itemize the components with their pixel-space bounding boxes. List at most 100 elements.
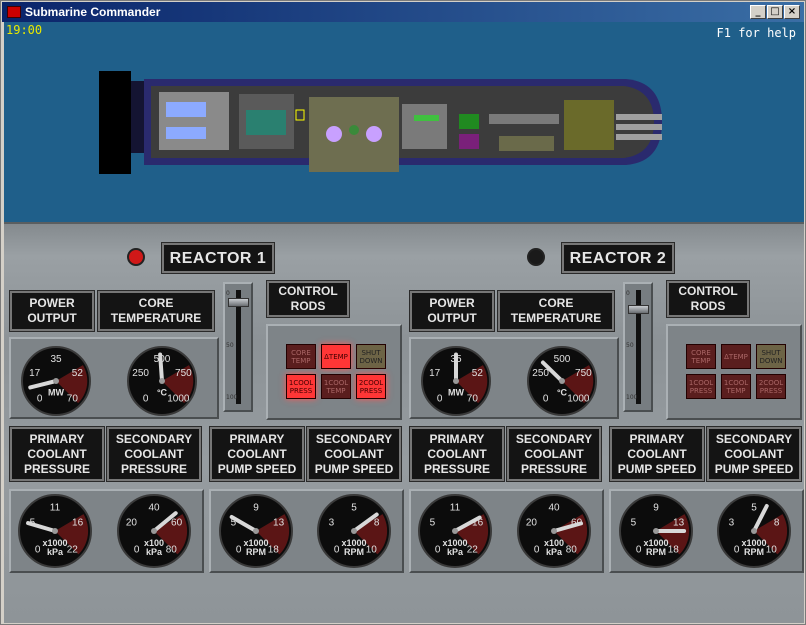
submarine-cutaway[interactable] bbox=[4, 22, 804, 222]
alarm-button[interactable]: CORE TEMP bbox=[686, 344, 716, 369]
primary-pressure-gauge-tick-label: 22 bbox=[467, 544, 479, 555]
game-viewport[interactable]: 19:00 F1 for help REACTOR 1 POWER OUTPUT CO… bbox=[4, 22, 804, 623]
primary-pressure-gauge-tick-label: 11 bbox=[450, 503, 461, 514]
primary-pressure-gauge: 05111622x1000kPa bbox=[18, 494, 92, 568]
core-temperature-gauge-tick-label: 750 bbox=[175, 368, 192, 379]
torpedo-room[interactable] bbox=[564, 100, 614, 150]
propeller bbox=[99, 71, 131, 174]
minimize-button[interactable]: _ bbox=[750, 5, 766, 19]
rod-scale-label: 50 bbox=[226, 342, 234, 349]
slider-handle[interactable] bbox=[228, 298, 249, 308]
secondary-pump-gauge-tick-label: 8 bbox=[774, 518, 780, 529]
alarm-button[interactable]: 2COOL PRESS bbox=[356, 374, 386, 399]
title-bar[interactable]: Submarine Commander _ □ × bbox=[2, 2, 804, 22]
secondary-pump-label: SECONDARY COOLANT PUMP SPEED bbox=[307, 427, 401, 481]
secondary-pressure-gauge-hub bbox=[151, 528, 157, 534]
alarm-button[interactable]: CORE TEMP bbox=[286, 344, 316, 369]
alarm-button[interactable]: SHUT DOWN bbox=[756, 344, 786, 369]
power-output-gauge-tick-label: 0 bbox=[37, 393, 43, 404]
secondary-pump-gauge-tick-label: 5 bbox=[351, 503, 357, 514]
primary-pump-gauge-unit: RPM bbox=[246, 547, 266, 557]
secondary-pressure-gauge: 020406080x100kPa bbox=[517, 494, 591, 568]
reactor-panel: REACTOR 1 POWER OUTPUT CORE TEMPERATURE CONTR… bbox=[4, 222, 804, 623]
rod-scale-label: 0 bbox=[626, 290, 630, 297]
control-rods-label: CONTROL RODS bbox=[667, 281, 749, 317]
slider-handle[interactable] bbox=[628, 304, 649, 314]
secondary-pump-label: SECONDARY COOLANT PUMP SPEED bbox=[707, 427, 801, 481]
app-icon bbox=[7, 6, 21, 18]
power-output-gauge-tick-label: 52 bbox=[72, 368, 84, 379]
alarm-button[interactable]: ΔTEMP bbox=[321, 344, 351, 369]
engine-room[interactable] bbox=[159, 92, 229, 150]
power-output-label: POWER OUTPUT bbox=[410, 291, 494, 331]
secondary-pump-gauge-tick-label: 0 bbox=[334, 544, 340, 555]
primary-pump-label: PRIMARY COOLANT PUMP SPEED bbox=[610, 427, 704, 481]
control-room[interactable] bbox=[402, 104, 447, 149]
alarm-button[interactable]: 1COOL PRESS bbox=[286, 374, 316, 399]
secondary-pump-gauge-hub bbox=[751, 528, 757, 534]
control-rods-slider[interactable]: 0 50 100 bbox=[223, 282, 253, 412]
torpedo-tube-1[interactable] bbox=[616, 114, 662, 120]
primary-pump-gauge-tick-label: 0 bbox=[236, 544, 242, 555]
secondary-pressure-label: SECONDARY COOLANT PRESSURE bbox=[107, 427, 201, 481]
alarm-button[interactable]: 1COOL TEMP bbox=[321, 374, 351, 399]
window-title: Submarine Commander bbox=[25, 5, 161, 19]
torpedo-tube-2[interactable] bbox=[616, 124, 662, 130]
core-temperature-gauge-unit: °C bbox=[557, 387, 568, 397]
primary-pump-gauge-unit: RPM bbox=[646, 547, 666, 557]
secondary-pump-gauge-tick-label: 3 bbox=[729, 518, 735, 529]
maximize-button[interactable]: □ bbox=[767, 5, 783, 19]
core-temperature-gauge: 02505007501000°C bbox=[127, 346, 197, 416]
torpedo-tube-3[interactable] bbox=[616, 134, 662, 140]
alarm-button[interactable]: SHUT DOWN bbox=[356, 344, 386, 369]
secondary-pressure-gauge-tick-label: 20 bbox=[526, 518, 538, 529]
power-output-gauge-tick-label: 70 bbox=[467, 393, 479, 404]
power-output-gauge-tick-label: 17 bbox=[429, 368, 441, 379]
secondary-pump-gauge-tick-label: 8 bbox=[374, 518, 380, 529]
help-hint: F1 for help bbox=[716, 26, 796, 40]
control-rods-label: CONTROL RODS bbox=[267, 281, 349, 317]
secondary-pump-gauge: 035810x1000RPM bbox=[717, 494, 791, 568]
primary-pressure-gauge-unit: kPa bbox=[47, 547, 64, 557]
secondary-pump-gauge: 035810x1000RPM bbox=[317, 494, 391, 568]
core-temperature-gauge-hub bbox=[559, 378, 565, 384]
power-output-gauge-hub bbox=[53, 378, 59, 384]
sonar-room[interactable] bbox=[489, 114, 559, 124]
primary-pressure-gauge-tick-label: 5 bbox=[430, 518, 436, 529]
power-output-gauge-tick-label: 35 bbox=[50, 354, 62, 365]
primary-pressure-label: PRIMARY COOLANT PRESSURE bbox=[410, 427, 504, 481]
primary-pump-gauge-tick-label: 0 bbox=[636, 544, 642, 555]
secondary-pressure-gauge-tick-label: 40 bbox=[548, 503, 560, 514]
power-output-label: POWER OUTPUT bbox=[10, 291, 94, 331]
reactor-1-title: REACTOR 1 bbox=[162, 243, 274, 273]
secondary-pressure-gauge-tick-label: 40 bbox=[148, 503, 160, 514]
power-output-gauge-tick-label: 0 bbox=[437, 393, 443, 404]
secondary-pump-gauge-tick-label: 5 bbox=[751, 503, 757, 514]
alarm-button[interactable]: ΔTEMP bbox=[721, 344, 751, 369]
secondary-pump-gauge-tick-label: 10 bbox=[766, 544, 778, 555]
alarm-button[interactable]: 1COOL TEMP bbox=[721, 374, 751, 399]
secondary-pressure-gauge: 020406080x100kPa bbox=[117, 494, 191, 568]
secondary-pump-gauge-tick-label: 10 bbox=[366, 544, 378, 555]
game-window: Submarine Commander _ □ × 19:00 F1 for h… bbox=[0, 0, 806, 625]
primary-pump-gauge: 0591318x1000RPM bbox=[619, 494, 693, 568]
secondary-pressure-gauge-tick-label: 80 bbox=[166, 544, 178, 555]
core-temperature-label: CORE TEMPERATURE bbox=[98, 291, 214, 331]
power-output-gauge: 017355270MW bbox=[421, 346, 491, 416]
core-temperature-gauge-tick-label: 1000 bbox=[567, 393, 590, 404]
close-button[interactable]: × bbox=[784, 5, 800, 19]
alarm-button[interactable]: 1COOL PRESS bbox=[686, 374, 716, 399]
core-temperature-gauge-tick-label: 0 bbox=[543, 393, 549, 404]
secondary-pressure-label: SECONDARY COOLANT PRESSURE bbox=[507, 427, 601, 481]
game-clock: 19:00 bbox=[6, 23, 43, 37]
core-temperature-gauge-tick-label: 750 bbox=[575, 368, 592, 379]
alarm-button[interactable]: 2COOL PRESS bbox=[756, 374, 786, 399]
primary-pressure-gauge-tick-label: 0 bbox=[435, 544, 441, 555]
primary-pump-gauge-tick-label: 9 bbox=[253, 503, 259, 514]
control-rods-slider[interactable]: 0 50 100 bbox=[623, 282, 653, 412]
secondary-pressure-gauge-tick-label: 0 bbox=[534, 544, 540, 555]
secondary-pressure-gauge-unit: kPa bbox=[146, 547, 163, 557]
core-temperature-gauge: 02505007501000°C bbox=[527, 346, 597, 416]
alarm-buttons: CORE TEMP ΔTEMP SHUT DOWN 1COOL PRESS 1COOL TEMP… bbox=[286, 344, 386, 399]
primary-pump-gauge-tick-label: 5 bbox=[631, 518, 637, 529]
